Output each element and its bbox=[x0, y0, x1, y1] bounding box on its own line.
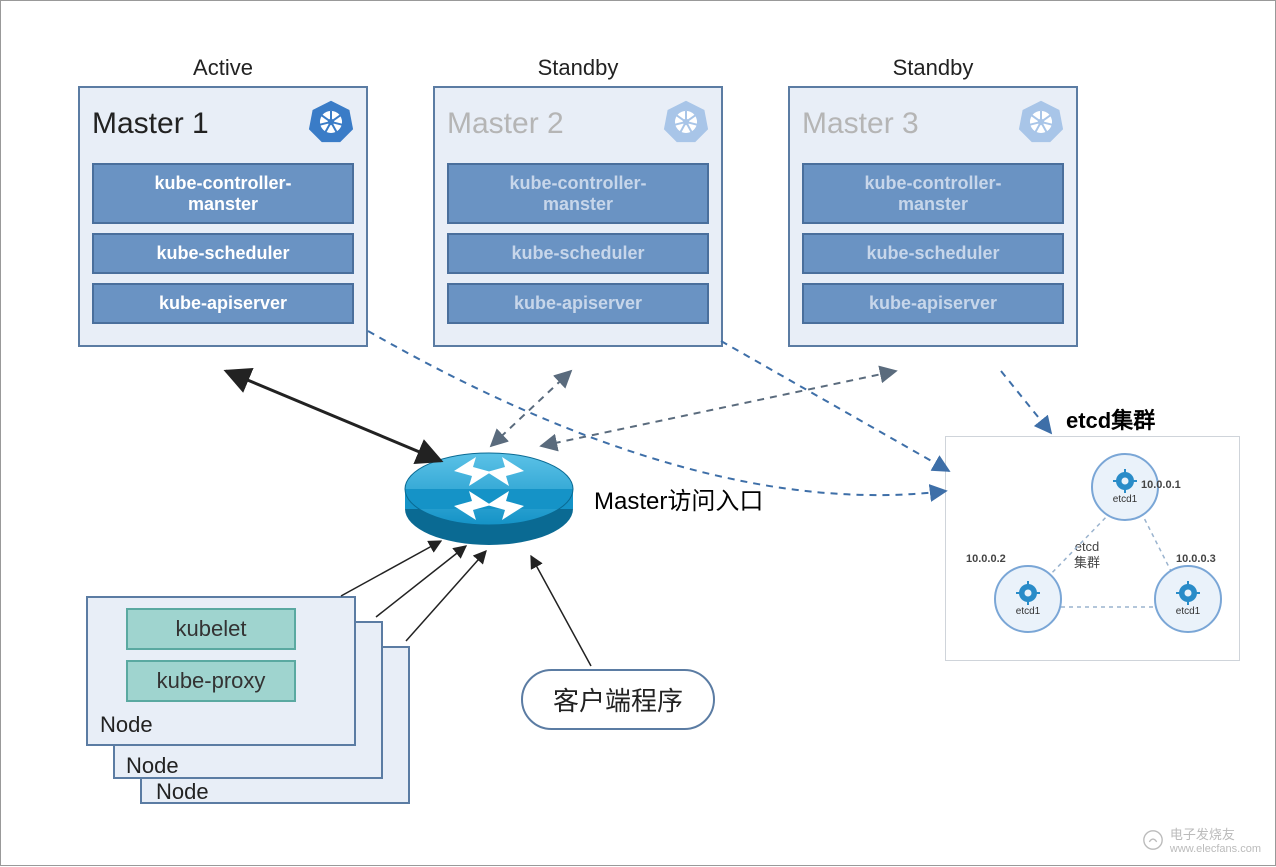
master-3-component-2: kube-apiserver bbox=[802, 283, 1064, 324]
kubernetes-logo-icon bbox=[1018, 98, 1064, 149]
master-1-component-0: kube-controller-manster bbox=[92, 163, 354, 224]
node-label-2: Node bbox=[126, 753, 179, 779]
master-status-3: Standby bbox=[790, 55, 1076, 81]
master-status-2: Standby bbox=[435, 55, 721, 81]
etcd-cluster-title: etcd集群 bbox=[1066, 403, 1155, 435]
master-box-2: StandbyMaster 2kube-controller-mansterku… bbox=[433, 86, 723, 347]
master-2-component-0: kube-controller-manster bbox=[447, 163, 709, 224]
watermark-url: www.elecfans.com bbox=[1170, 843, 1261, 855]
etcd-node-2: etcd1 bbox=[994, 565, 1062, 633]
gear-icon bbox=[1016, 581, 1040, 605]
kubernetes-logo-icon bbox=[663, 98, 709, 149]
etcd-ip-1: 10.0.0.1 bbox=[1141, 479, 1181, 491]
router-label: Master访问入口 bbox=[594, 481, 763, 516]
master-2-component-1: kube-scheduler bbox=[447, 233, 709, 274]
watermark: 电子发烧友 www.elecfans.com bbox=[1142, 824, 1261, 855]
etcd-node-3: etcd1 bbox=[1154, 565, 1222, 633]
master-box-3: StandbyMaster 3kube-controller-mansterku… bbox=[788, 86, 1078, 347]
gear-icon bbox=[1176, 581, 1200, 605]
master-1-component-2: kube-apiserver bbox=[92, 283, 354, 324]
kubernetes-logo-icon bbox=[308, 98, 354, 149]
master-title-3: Master 3 bbox=[802, 107, 919, 141]
watermark-brand: 电子发烧友 bbox=[1170, 824, 1261, 843]
router-icon bbox=[399, 431, 579, 551]
master-2-component-2: kube-apiserver bbox=[447, 283, 709, 324]
etcd-ip-2: 10.0.0.2 bbox=[966, 553, 1006, 565]
watermark-icon bbox=[1142, 829, 1164, 851]
node-comp-kubelet: kubelet bbox=[126, 608, 296, 650]
client-program-box: 客户端程序 bbox=[521, 669, 715, 730]
node-comp-kube-proxy: kube-proxy bbox=[126, 660, 296, 702]
master-3-component-0: kube-controller-manster bbox=[802, 163, 1064, 224]
master-1-component-1: kube-scheduler bbox=[92, 233, 354, 274]
etcd-cluster-box: etcd集群 etcd1etcd1etcd1 10.0.0.110.0.0.21… bbox=[945, 436, 1240, 661]
master-title-2: Master 2 bbox=[447, 107, 564, 141]
master-box-1: ActiveMaster 1kube-controller-mansterkub… bbox=[78, 86, 368, 347]
node-label-3: Node bbox=[156, 779, 209, 805]
node-stack: kubelet kube-proxy Node Node Node bbox=[86, 596, 410, 826]
master-title-1: Master 1 bbox=[92, 107, 209, 141]
master-status-1: Active bbox=[80, 55, 366, 81]
etcd-ip-3: 10.0.0.3 bbox=[1176, 553, 1216, 565]
node-label-1: Node bbox=[100, 712, 342, 738]
master-3-component-1: kube-scheduler bbox=[802, 233, 1064, 274]
gear-icon bbox=[1113, 469, 1137, 493]
